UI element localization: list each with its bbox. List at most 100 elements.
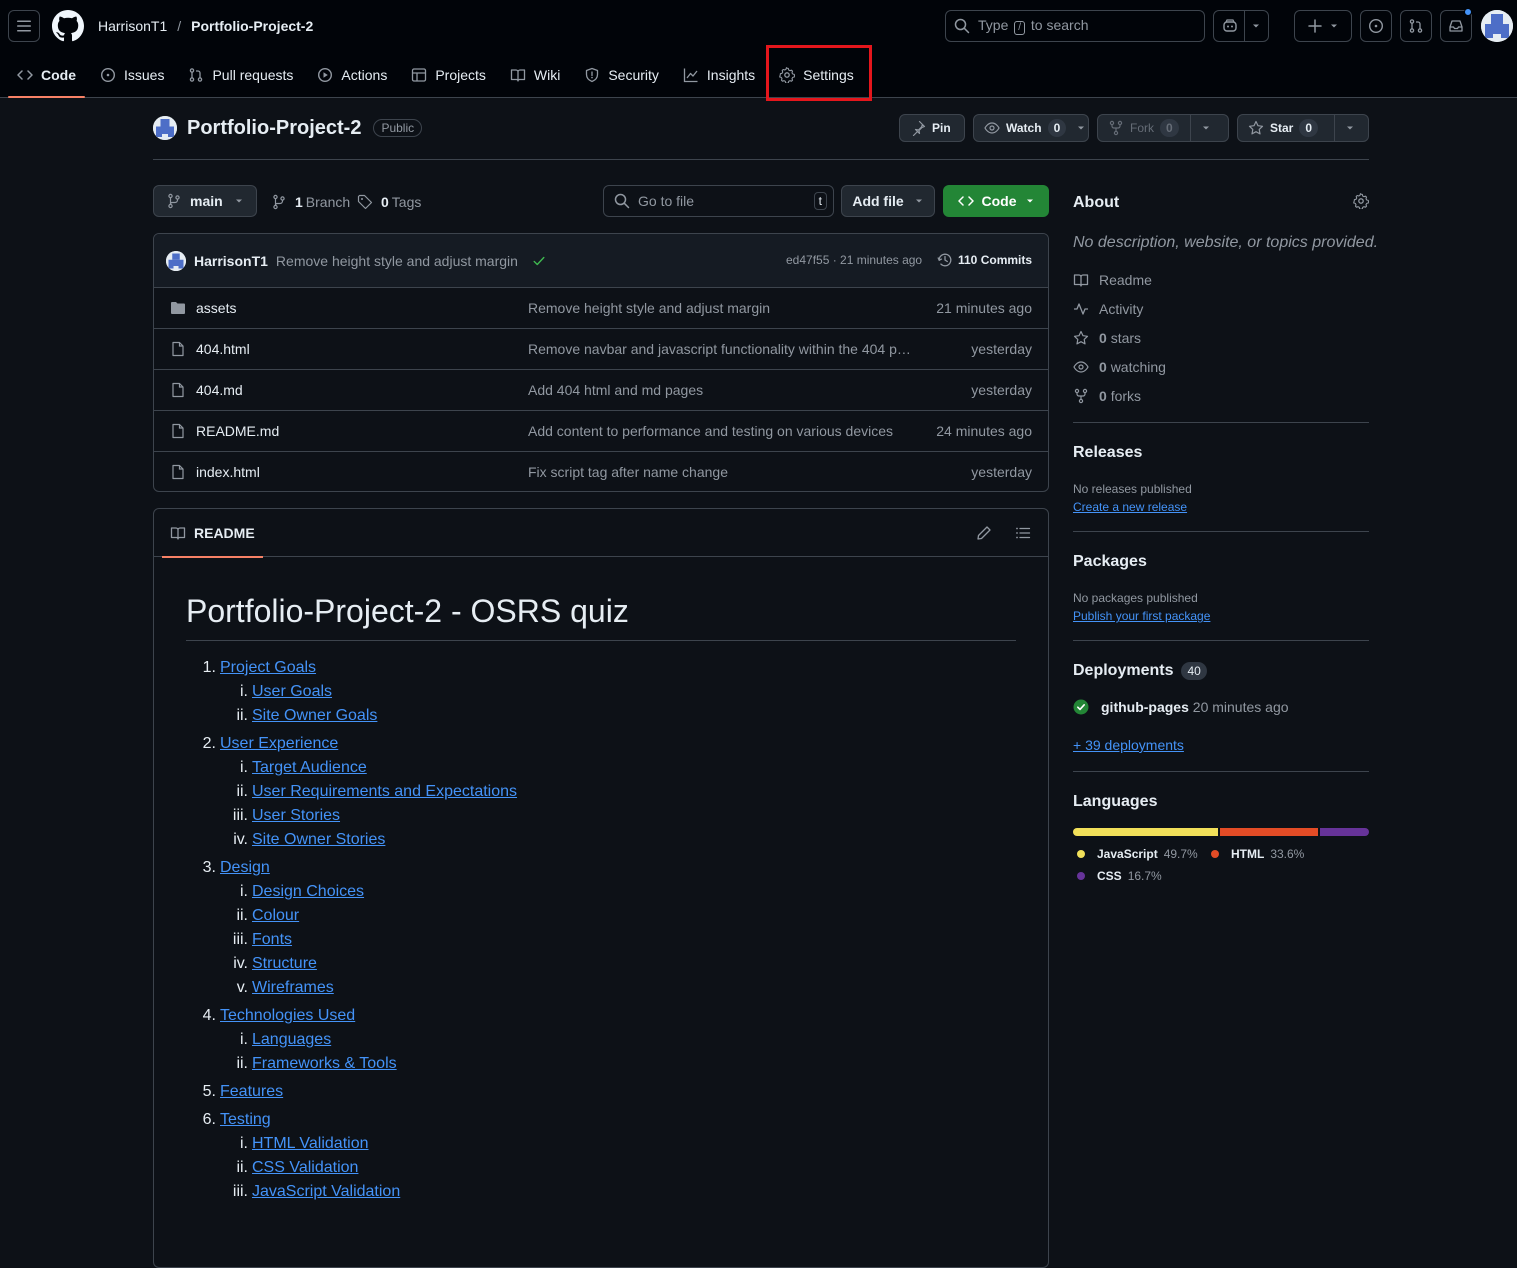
toc-link[interactable]: Testing [220,1111,271,1128]
outline-list-icon[interactable] [1015,525,1031,541]
toc-link[interactable]: Frameworks & Tools [252,1055,397,1072]
tab-issues[interactable]: Issues [91,56,173,94]
issues-button[interactable] [1360,10,1392,42]
language-item-javascript[interactable]: JavaScript 49.7% [1077,847,1198,861]
branches-link[interactable]: 1 Branch [271,194,350,210]
file-name[interactable]: 404.html [196,341,250,357]
chevron-down-icon[interactable] [1076,123,1086,133]
commit-message[interactable]: Remove height style and adjust margin [276,253,518,269]
tab-projects[interactable]: Projects [402,56,495,94]
forks-link[interactable]: 0 forks [1073,388,1141,404]
watch-button[interactable]: Watch 0 [973,114,1089,142]
commits-link[interactable]: 110 Commits [937,252,1032,268]
chevron-down-icon[interactable] [1345,123,1355,133]
fork-button[interactable]: Fork 0 [1097,114,1229,142]
watching-link[interactable]: 0 watching [1073,359,1166,375]
file-commit-message[interactable]: Add 404 html and md pages [528,382,913,398]
tab-actions[interactable]: Actions [308,56,396,94]
repo-link[interactable]: Portfolio-Project-2 [191,18,313,34]
toc-link[interactable]: Site Owner Goals [252,707,377,724]
tab-pull-requests[interactable]: Pull requests [179,56,302,94]
add-file-button[interactable]: Add file [841,185,935,217]
go-to-file-input[interactable]: Go to file t [603,185,834,217]
stars-link[interactable]: 0 stars [1073,330,1141,346]
file-row[interactable]: README.md Add content to performance and… [154,411,1048,452]
more-deployments-link[interactable]: + 39 deployments [1073,737,1184,753]
toc-link[interactable]: Colour [252,907,299,924]
publish-package-link[interactable]: Publish your first package [1073,609,1210,623]
toc-link[interactable]: Project Goals [220,659,316,676]
language-bar-segment [1220,828,1319,836]
tab-wiki[interactable]: Wiki [501,56,569,94]
toc-link[interactable]: Languages [252,1031,331,1048]
file-name[interactable]: index.html [196,464,260,480]
tab-code[interactable]: Code [8,56,85,98]
search-input[interactable]: Type / to search [945,10,1205,42]
file-commit-message[interactable]: Fix script tag after name change [528,464,913,480]
avatar[interactable] [1481,10,1513,42]
toc-link[interactable]: Target Audience [252,759,367,776]
language-item-css[interactable]: CSS 16.7% [1077,869,1162,883]
github-logo-icon[interactable] [52,10,84,42]
toc-link[interactable]: User Goals [252,683,332,700]
check-icon[interactable] [532,254,546,268]
packages-title[interactable]: Packages [1073,553,1147,571]
chevron-down-icon[interactable] [1201,123,1211,133]
pull-requests-button[interactable] [1400,10,1432,42]
language-dot [1211,850,1219,858]
toc-link[interactable]: CSS Validation [252,1159,358,1176]
toc-link[interactable]: Structure [252,955,317,972]
commit-author[interactable]: HarrisonT1 [194,253,268,269]
toc-link[interactable]: Site Owner Stories [252,831,385,848]
language-item-html[interactable]: HTML 33.6% [1211,847,1304,861]
menu-button[interactable] [8,10,40,42]
pin-button[interactable]: Pin [899,114,965,142]
toc-item: iii. JavaScript Validation [186,1183,400,1201]
branch-selector[interactable]: main [153,185,257,217]
toc-link[interactable]: HTML Validation [252,1135,369,1152]
copilot-button[interactable] [1213,10,1269,42]
file-row[interactable]: assets Remove height style and adjust ma… [154,288,1048,329]
readme-link[interactable]: Readme [1073,272,1152,288]
file-commit-message[interactable]: Add content to performance and testing o… [528,423,913,439]
readme-tab[interactable]: README [162,525,263,558]
owner-link[interactable]: HarrisonT1 [98,18,167,34]
search-icon [954,18,970,34]
deployments-title[interactable]: Deployments 40 [1073,662,1207,680]
file-commit-message[interactable]: Remove navbar and javascript functionali… [528,341,913,357]
toc-link[interactable]: User Requirements and Expectations [252,783,517,800]
activity-link[interactable]: Activity [1073,301,1143,317]
toc-item: iii. User Stories [186,807,340,825]
toc-link[interactable]: JavaScript Validation [252,1183,400,1200]
toc-link[interactable]: User Stories [252,807,340,824]
toc-link[interactable]: Fonts [252,931,292,948]
toc-link[interactable]: User Experience [220,735,338,752]
file-row[interactable]: 404.md Add 404 html and md pages yesterd… [154,370,1048,411]
releases-title[interactable]: Releases [1073,444,1142,462]
create-release-link[interactable]: Create a new release [1073,500,1187,514]
tags-link[interactable]: 0 Tags [357,194,421,210]
code-button[interactable]: Code [943,185,1049,217]
toc-link[interactable]: Design Choices [252,883,364,900]
file-name[interactable]: 404.md [196,382,243,398]
file-name[interactable]: assets [196,300,236,316]
file-row[interactable]: index.html Fix script tag after name cha… [154,452,1048,491]
file-row[interactable]: 404.html Remove navbar and javascript fu… [154,329,1048,370]
toc-link[interactable]: Design [220,859,270,876]
gear-icon[interactable] [1353,193,1369,209]
repo-name[interactable]: Portfolio-Project-2 [187,117,361,140]
tab-security[interactable]: Security [575,56,668,94]
pencil-icon[interactable] [976,525,992,541]
star-button[interactable]: Star 0 [1237,114,1369,142]
file-commit-message[interactable]: Remove height style and adjust margin [528,300,913,316]
commit-sha-time[interactable]: ed47f55 · 21 minutes ago [786,253,922,267]
toc-link[interactable]: Features [220,1083,283,1100]
sidebar-divider [1073,771,1369,772]
file-name[interactable]: README.md [196,423,279,439]
toc-link[interactable]: Wireframes [252,979,334,996]
deployment-name[interactable]: github-pages [1101,699,1189,715]
toc-link[interactable]: Technologies Used [220,1007,355,1024]
tab-insights[interactable]: Insights [674,56,764,94]
toc-number: 2. [202,735,216,752]
create-new-button[interactable] [1294,10,1352,42]
